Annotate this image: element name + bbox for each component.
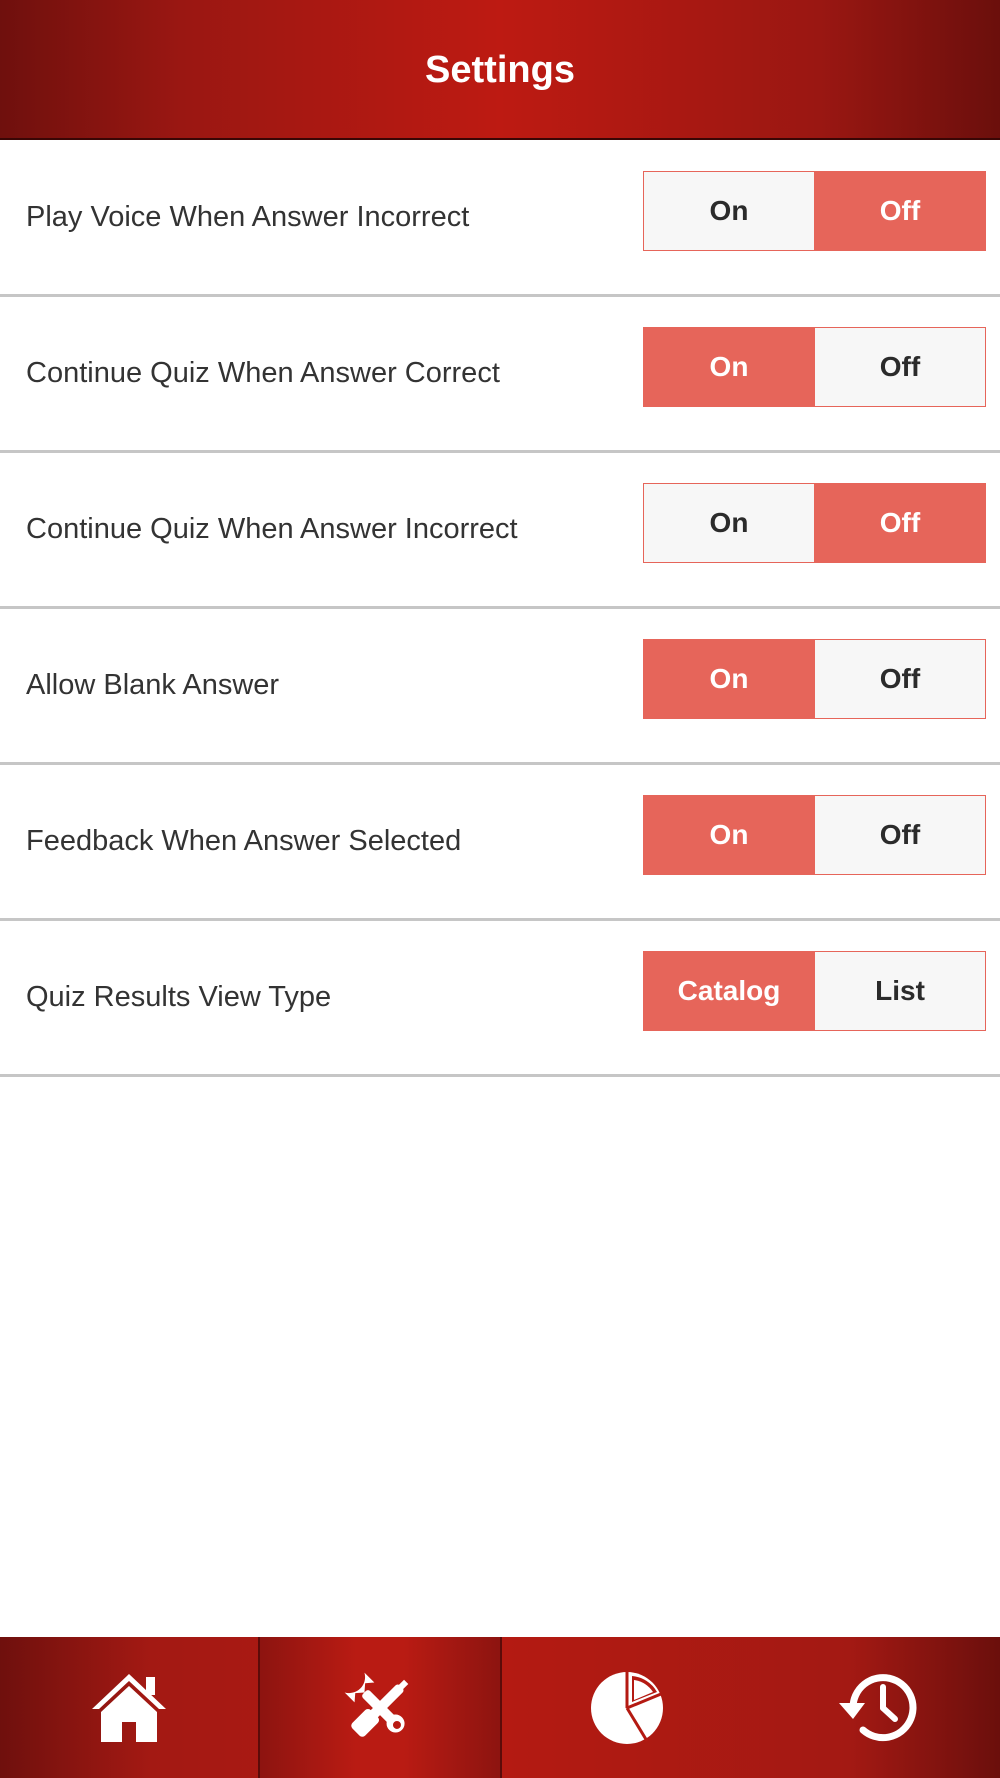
- setting-row-feedback: Feedback When Answer Selected On Off: [0, 765, 1000, 921]
- setting-row-results-view: Quiz Results View Type Catalog List: [0, 921, 1000, 1077]
- tools-icon: [344, 1672, 409, 1737]
- option-on-button[interactable]: On: [644, 172, 815, 250]
- settings-list: Play Voice When Answer Incorrect On Off …: [0, 141, 1000, 1077]
- setting-label: Allow Blank Answer: [26, 669, 280, 701]
- setting-label: Feedback When Answer Selected: [26, 825, 462, 857]
- setting-row-allow-blank: Allow Blank Answer On Off: [0, 609, 1000, 765]
- header-bar: Settings: [0, 0, 1000, 140]
- home-icon: [92, 1673, 166, 1742]
- tab-history[interactable]: [751, 1637, 1000, 1778]
- history-icon: [838, 1673, 916, 1741]
- tab-bar: [0, 1637, 1000, 1778]
- setting-label: Continue Quiz When Answer Correct: [26, 357, 500, 389]
- option-off-button[interactable]: Off: [815, 640, 985, 718]
- segmented-control: On Off: [643, 171, 986, 251]
- setting-label: Continue Quiz When Answer Incorrect: [26, 513, 518, 545]
- segmented-control: On Off: [643, 327, 986, 407]
- option-off-button[interactable]: Off: [815, 484, 985, 562]
- segmented-control: On Off: [643, 639, 986, 719]
- option-catalog-button[interactable]: Catalog: [644, 952, 815, 1030]
- page-title: Settings: [425, 49, 575, 91]
- option-off-button[interactable]: Off: [815, 796, 985, 874]
- setting-row-continue-incorrect: Continue Quiz When Answer Incorrect On O…: [0, 453, 1000, 609]
- setting-row-play-voice: Play Voice When Answer Incorrect On Off: [0, 141, 1000, 297]
- setting-row-continue-correct: Continue Quiz When Answer Correct On Off: [0, 297, 1000, 453]
- option-on-button[interactable]: On: [644, 640, 815, 718]
- segmented-control: On Off: [643, 795, 986, 875]
- tab-tools[interactable]: [258, 1637, 502, 1778]
- tab-statistics[interactable]: [502, 1637, 751, 1778]
- option-off-button[interactable]: Off: [815, 172, 985, 250]
- tab-home[interactable]: [0, 1637, 258, 1778]
- option-off-button[interactable]: Off: [815, 328, 985, 406]
- setting-label: Quiz Results View Type: [26, 981, 332, 1013]
- segmented-control: Catalog List: [643, 951, 986, 1031]
- segmented-control: On Off: [643, 483, 986, 563]
- option-on-button[interactable]: On: [644, 328, 815, 406]
- pie-chart-icon: [590, 1670, 663, 1744]
- option-list-button[interactable]: List: [815, 952, 985, 1030]
- option-on-button[interactable]: On: [644, 796, 815, 874]
- setting-label: Play Voice When Answer Incorrect: [26, 201, 470, 233]
- option-on-button[interactable]: On: [644, 484, 815, 562]
